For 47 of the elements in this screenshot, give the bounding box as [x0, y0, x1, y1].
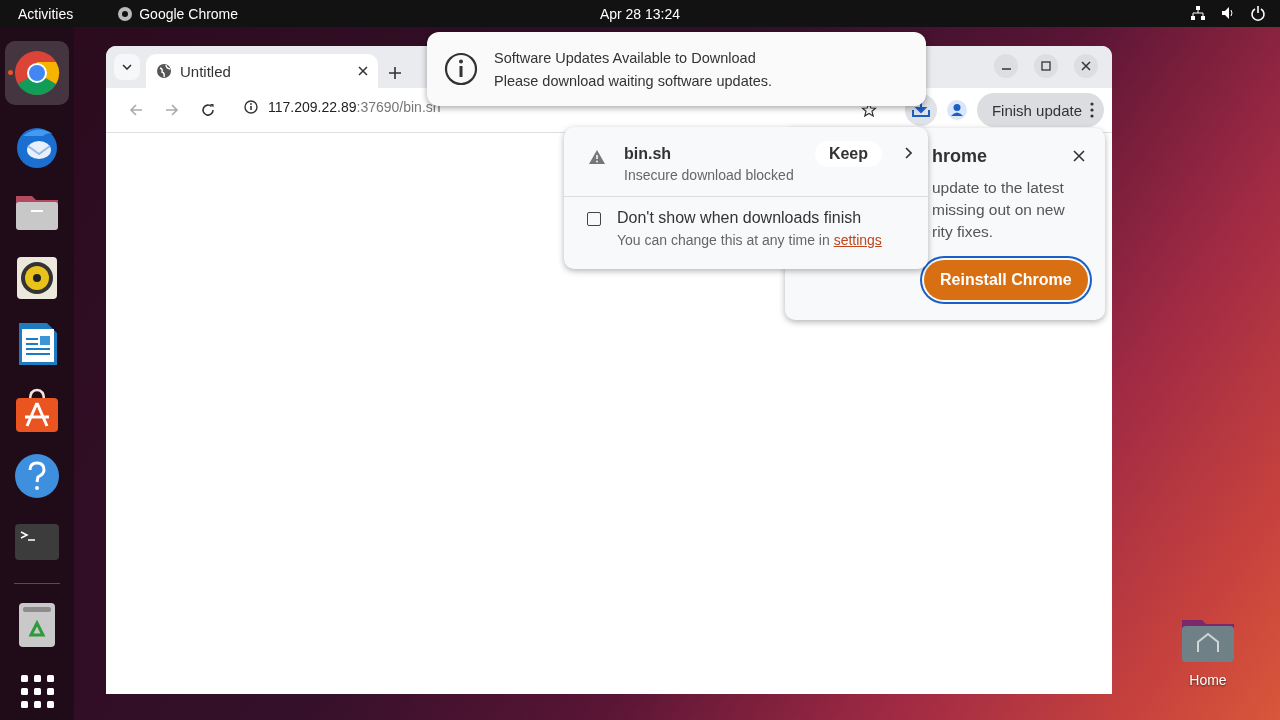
maximize-icon: [1041, 61, 1051, 71]
chrome-icon[interactable]: [13, 49, 61, 97]
chevron-down-icon: [122, 64, 132, 70]
minimize-button[interactable]: [994, 54, 1018, 78]
power-icon[interactable]: [1250, 5, 1266, 21]
notification-body: Please download waiting software updates.: [494, 72, 773, 89]
keep-button[interactable]: Keep: [814, 141, 882, 167]
bubble-text-line: update to the latest: [932, 178, 1064, 198]
maximize-button[interactable]: [1034, 54, 1058, 78]
info-icon: [444, 52, 478, 86]
finish-update-button[interactable]: Finish update: [976, 93, 1104, 127]
notification-title: Software Updates Available to Download: [494, 49, 757, 66]
close-button[interactable]: [1074, 54, 1098, 78]
profile-icon[interactable]: [946, 100, 967, 120]
browser-tab[interactable]: Untitled: [146, 54, 378, 88]
checkbox[interactable]: [587, 212, 601, 226]
app-grid-icon[interactable]: [19, 673, 55, 709]
tab-search-button[interactable]: [114, 54, 140, 80]
file-name: bin.sh: [624, 145, 672, 163]
new-tab-icon[interactable]: [388, 66, 402, 80]
download-icon: [911, 102, 930, 118]
bubble-text-line: rity fixes.: [932, 222, 994, 242]
reload-icon[interactable]: [201, 103, 215, 117]
info-icon[interactable]: [244, 100, 258, 114]
bubble-title: hrome: [932, 146, 987, 167]
close-icon[interactable]: [1073, 150, 1085, 162]
chevron-right-icon[interactable]: [904, 147, 912, 159]
globe-icon: [156, 63, 172, 79]
shopping-bag-icon[interactable]: [13, 386, 61, 434]
settings-link[interactable]: settings: [833, 232, 882, 248]
warning-icon: [588, 149, 606, 165]
app-menu[interactable]: Google Chrome: [139, 5, 239, 22]
clock[interactable]: Apr 28 13:24: [599, 5, 681, 22]
settings-hint: You can change this at any time in settings: [617, 232, 882, 248]
desktop-icon-label[interactable]: Home: [1189, 672, 1227, 688]
close-icon[interactable]: [358, 66, 368, 76]
bubble-text-line: missing out on new: [932, 200, 1065, 220]
volume-icon[interactable]: [1220, 5, 1236, 21]
activities-button[interactable]: Activities: [18, 5, 74, 22]
download-status: Insecure download blocked: [624, 167, 794, 183]
minimize-icon: [1001, 68, 1011, 70]
network-icon[interactable]: [1190, 5, 1206, 21]
checkbox-label[interactable]: Don't show when downloads finish: [617, 209, 862, 227]
app-menu-icon: [117, 5, 134, 22]
close-icon: [1081, 61, 1091, 71]
help-icon[interactable]: [13, 452, 61, 500]
more-icon: [1090, 102, 1094, 118]
